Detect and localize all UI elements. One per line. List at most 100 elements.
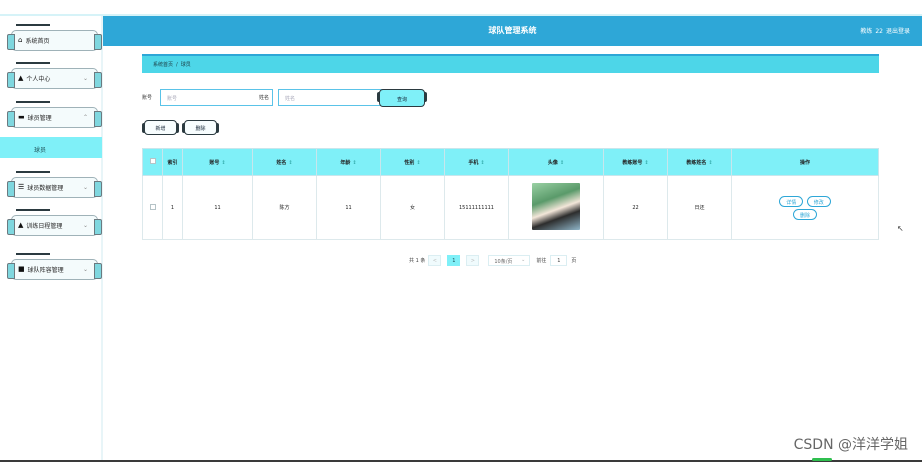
page-size-select[interactable]: 10条/页 ⌄ <box>488 254 531 266</box>
col-phone[interactable]: 手机 ↕ <box>444 148 509 176</box>
monitor-icon: ▬ <box>18 113 25 121</box>
row-select-cell[interactable] <box>142 175 163 240</box>
row-checkbox[interactable] <box>149 203 156 210</box>
query-button[interactable]: 查询 <box>377 89 427 107</box>
name-label: 姓名 <box>259 95 270 101</box>
col-label: 性别 <box>404 159 415 166</box>
top-header: 球队管理系统 教练 22 退出登录 <box>103 16 922 46</box>
sidebar-item-label: 训练日程管理 <box>26 223 63 230</box>
chevron-down-icon: ⌄ <box>82 266 88 273</box>
app-title: 球队管理系统 <box>488 26 537 35</box>
cell-operations: 详情 修改 删除 <box>731 175 879 240</box>
detail-button[interactable]: 详情 <box>779 195 804 207</box>
col-label: 教练姓名 <box>686 159 707 166</box>
green-mark <box>812 458 832 461</box>
breadcrumb-separator: / <box>176 62 178 68</box>
delete-button[interactable]: 删除 <box>182 120 219 135</box>
sort-icon[interactable]: ↕ <box>416 160 420 166</box>
sort-icon[interactable]: ↕ <box>352 160 356 166</box>
cell-coach-name: 日还 <box>667 175 732 240</box>
user-icon: ▲ <box>18 74 24 82</box>
col-label: 教练账号 <box>622 159 643 166</box>
players-table: 索引 账号 ↕ 姓名 ↕ 年龄 ↕ 性别 ↕ 手机 ↕ 头像 ↕ 教练账号 ↕ 教练姓名 ↕ 操… <box>142 148 879 240</box>
select-all-checkbox[interactable] <box>149 158 156 164</box>
sidebar-item-lineup[interactable]: ■ 球队阵容管理 ⌄ <box>7 259 102 280</box>
table-row: 1 11 陈方 11 女 15111111111 22 日还 详情 修改 删除 <box>142 175 879 240</box>
total-count: 共 1 条 <box>409 257 426 264</box>
account-label: 账号 <box>142 95 153 101</box>
select-all-cell[interactable] <box>142 148 163 176</box>
sort-icon[interactable]: ↕ <box>221 160 225 166</box>
sort-icon[interactable]: ↕ <box>480 160 484 166</box>
sidebar-item-label: 球员管理 <box>27 115 52 122</box>
cell-account: 11 <box>182 175 253 240</box>
page-number[interactable]: 1 <box>447 254 461 266</box>
col-label: 手机 <box>468 159 479 166</box>
col-label: 年龄 <box>340 159 351 166</box>
sidebar-subitem-players[interactable]: 球员 <box>0 137 102 158</box>
col-coach-name[interactable]: 教练姓名 ↕ <box>667 148 732 176</box>
menu-cap <box>16 253 50 255</box>
watermark: CSDN @洋洋学姐 <box>793 437 908 453</box>
sidebar-item-label: 球队阵容管理 <box>27 267 64 274</box>
sort-icon[interactable]: ↕ <box>644 160 648 166</box>
menu-cap <box>16 171 50 173</box>
sidebar-item-profile[interactable]: ▲ 个人中心 ⌄ <box>7 68 102 89</box>
cell-avatar <box>508 175 604 240</box>
avatar[interactable] <box>532 183 580 230</box>
breadcrumb-home[interactable]: 系统首页 <box>153 62 173 68</box>
bottom-edge <box>0 460 922 462</box>
col-name[interactable]: 姓名 ↕ <box>252 148 317 176</box>
col-age[interactable]: 年龄 ↕ <box>316 148 381 176</box>
col-gender[interactable]: 性别 ↕ <box>380 148 445 176</box>
cell-coach-account: 22 <box>603 175 668 240</box>
name-input[interactable]: 姓名 <box>278 89 391 106</box>
account-input[interactable]: 账号 <box>160 89 273 106</box>
sidebar-item-players[interactable]: ▬ 球员管理 ⌃ <box>7 107 102 128</box>
next-page-button[interactable]: > <box>466 254 480 266</box>
col-index: 索引 <box>162 148 183 176</box>
menu-cap <box>16 24 50 26</box>
sort-icon[interactable]: ↕ <box>708 160 712 166</box>
chevron-down-icon: ⌄ <box>82 75 88 82</box>
add-button[interactable]: 新增 <box>142 120 179 135</box>
goto-unit: 页 <box>571 257 577 264</box>
col-coach-account[interactable]: 教练账号 ↕ <box>603 148 668 176</box>
list-icon: ☰ <box>18 183 25 191</box>
col-label: 头像 <box>547 159 558 166</box>
row-delete-button[interactable]: 删除 <box>792 208 817 220</box>
sort-icon[interactable]: ↕ <box>288 160 292 166</box>
col-avatar[interactable]: 头像 ↕ <box>508 148 604 176</box>
sidebar-item-training[interactable]: ▲ 训练日程管理 ⌄ <box>7 215 102 236</box>
col-account[interactable]: 账号 ↕ <box>182 148 253 176</box>
pagination: 共 1 条 < 1 > 10条/页 ⌄ 前往 1 页 <box>409 254 576 266</box>
mouse-pointer-icon: ↖ <box>897 224 904 233</box>
chevron-up-icon: ⌃ <box>82 114 88 121</box>
user-info: 教练 22 退出登录 <box>857 26 910 35</box>
menu-cap <box>16 101 50 103</box>
menu-cap <box>16 209 50 211</box>
user-id: 22 <box>875 28 883 35</box>
edit-button[interactable]: 修改 <box>806 195 831 207</box>
cell-name: 陈方 <box>252 175 317 240</box>
sidebar-item-home[interactable]: ⌂ 系统首页 <box>7 30 102 51</box>
cell-gender: 女 <box>380 175 445 240</box>
sort-icon[interactable]: ↕ <box>560 160 564 166</box>
sidebar-item-player-data[interactable]: ☰ 球员数据管理 ⌄ <box>7 177 102 198</box>
goto-page-input[interactable]: 1 <box>550 254 568 266</box>
col-operations: 操作 <box>731 148 879 176</box>
cell-index: 1 <box>162 175 183 240</box>
prev-page-button[interactable]: < <box>428 254 442 266</box>
grid-icon: ■ <box>18 265 25 273</box>
page-size-value: 10条/页 <box>494 258 513 265</box>
home-icon: ⌂ <box>18 36 23 44</box>
app-window: 球队管理系统 教练 22 退出登录 ⌂ 系统首页 ▲ 个人中心 ⌄ ▬ 球员管理 ⌃… <box>0 0 922 464</box>
table-header-row: 索引 账号 ↕ 姓名 ↕ 年龄 ↕ 性别 ↕ 手机 ↕ 头像 ↕ 教练账号 ↕ 教练姓名 ↕ 操… <box>142 148 879 176</box>
breadcrumb-current: 球员 <box>180 62 191 68</box>
cell-age: 11 <box>316 175 381 240</box>
user-icon: ▲ <box>18 221 24 229</box>
goto-label: 前往 <box>536 257 547 264</box>
chevron-down-icon: ⌄ <box>82 184 88 191</box>
col-label: 账号 <box>209 159 220 166</box>
logout-link[interactable]: 退出登录 <box>886 28 910 35</box>
